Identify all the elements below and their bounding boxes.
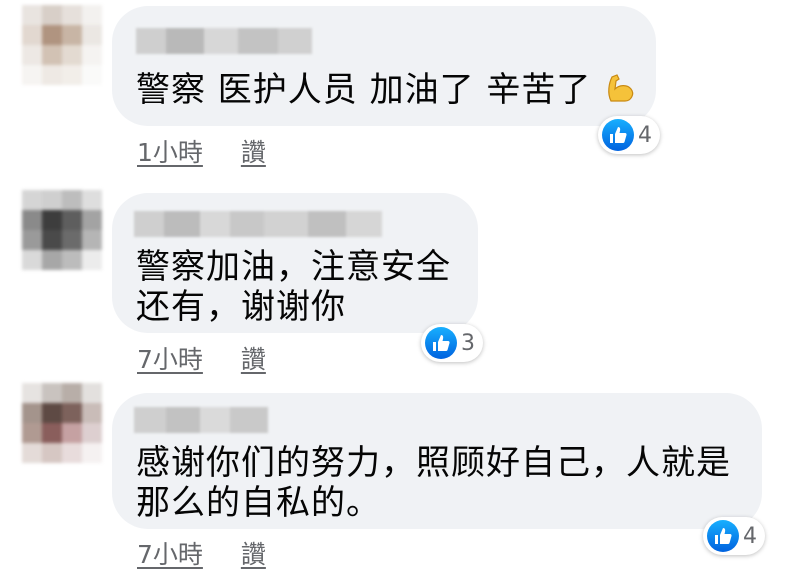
author-name-blurred[interactable] bbox=[134, 407, 268, 433]
comment-bubble: 警察加油，注意安全 还有，谢谢你 bbox=[112, 193, 478, 333]
like-button[interactable]: 讚 bbox=[241, 138, 266, 167]
reaction-count-badge[interactable]: 4 bbox=[703, 517, 765, 555]
comment-meta: 7小時 讚 bbox=[137, 340, 266, 376]
author-name-blurred[interactable] bbox=[134, 211, 382, 237]
avatar[interactable] bbox=[22, 383, 102, 463]
thumbs-up-icon bbox=[602, 119, 634, 151]
comment-meta: 1小時 讚 bbox=[137, 133, 266, 169]
author-name-blurred[interactable] bbox=[136, 28, 312, 54]
reaction-count-badge[interactable]: 3 bbox=[421, 324, 483, 362]
reaction-count: 3 bbox=[461, 330, 475, 356]
reaction-count: 4 bbox=[638, 122, 652, 148]
thumbs-up-icon bbox=[707, 520, 739, 552]
comment-text: 感谢你们的努力，照顾好自己，人就是 那么的自私的。 bbox=[136, 443, 731, 523]
avatar[interactable] bbox=[22, 190, 102, 270]
like-button[interactable]: 讚 bbox=[241, 540, 266, 569]
comment-text: 警察加油，注意安全 还有，谢谢你 bbox=[136, 247, 451, 327]
avatar[interactable] bbox=[22, 5, 102, 85]
reaction-count: 4 bbox=[743, 523, 757, 549]
timestamp-link[interactable]: 7小時 bbox=[137, 345, 203, 374]
timestamp-link[interactable]: 7小時 bbox=[137, 540, 203, 569]
comment-bubble: 感谢你们的努力，照顾好自己，人就是 那么的自私的。 bbox=[112, 393, 762, 529]
flexed-biceps-icon bbox=[603, 71, 637, 105]
thumbs-up-icon bbox=[425, 327, 457, 359]
comment-text: 警察 医护人员 加油了 辛苦了 bbox=[136, 70, 637, 110]
reaction-count-badge[interactable]: 4 bbox=[598, 116, 660, 154]
timestamp-link[interactable]: 1小時 bbox=[137, 138, 203, 167]
comment-meta: 7小時 讚 bbox=[137, 535, 266, 571]
like-button[interactable]: 讚 bbox=[241, 345, 266, 374]
comment-bubble: 警察 医护人员 加油了 辛苦了 bbox=[112, 6, 656, 126]
